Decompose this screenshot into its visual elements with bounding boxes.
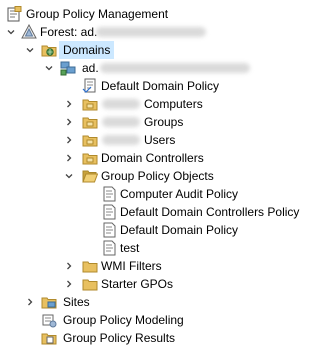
chevron-down-icon[interactable] — [25, 41, 35, 59]
organizational-unit-icon — [82, 114, 98, 130]
gpmc-tree: Group Policy Management Forest: ad. Doma — [0, 0, 331, 363]
chevron-right-icon[interactable] — [64, 131, 74, 149]
tree-node-ou-groups[interactable]: Groups — [0, 113, 331, 131]
chevron-down-icon[interactable] — [44, 59, 54, 77]
sites-icon — [41, 294, 57, 310]
redacted-text — [102, 135, 140, 145]
gpo-icon — [101, 186, 117, 202]
domain-icon — [60, 60, 76, 76]
tree-label-wmi-filters: WMI Filters — [101, 259, 162, 273]
tree-label-group-policy-objects: Group Policy Objects — [101, 169, 214, 183]
tree-label-gpo: test — [120, 241, 140, 255]
domains-icon — [41, 42, 57, 58]
tree-label-forest: Forest: ad. — [40, 25, 98, 39]
tree-label-ou-computers: Computers — [144, 97, 203, 111]
tree-label-group-policy-modeling: Group Policy Modeling — [63, 313, 184, 327]
chevron-right-icon[interactable] — [64, 149, 74, 167]
tree-node-gpo[interactable]: Computer Audit Policy — [0, 185, 331, 203]
gpo-link-icon — [82, 78, 98, 94]
tree-label-domain-controllers: Domain Controllers — [101, 151, 204, 165]
tree-node-sites[interactable]: Sites — [0, 293, 331, 311]
tree-label-gpo: Default Domain Controllers Policy — [120, 205, 300, 219]
tree-node-group-policy-management[interactable]: Group Policy Management — [0, 5, 331, 23]
tree-node-gpo[interactable]: test — [0, 239, 331, 257]
tree-label-ou-users: Users — [144, 133, 176, 147]
redacted-text — [100, 63, 250, 73]
organizational-unit-icon — [82, 150, 98, 166]
tree-node-gpo[interactable]: Default Domain Policy — [0, 221, 331, 239]
chevron-right-icon[interactable] — [64, 275, 74, 293]
chevron-right-icon[interactable] — [25, 293, 35, 311]
chevron-right-icon[interactable] — [64, 113, 74, 131]
tree-label-gpo: Default Domain Policy — [120, 223, 239, 237]
group-policy-management-icon — [6, 6, 22, 22]
tree-label-domain: ad. — [82, 61, 99, 75]
chevron-right-icon[interactable] — [64, 95, 74, 113]
tree-node-domain[interactable]: ad. — [0, 59, 331, 77]
tree-label-sites: Sites — [63, 295, 90, 309]
tree-node-wmi-filters[interactable]: WMI Filters — [0, 257, 331, 275]
redacted-text — [96, 27, 206, 37]
chevron-right-icon[interactable] — [64, 257, 74, 275]
organizational-unit-icon — [82, 96, 98, 112]
results-icon — [41, 330, 57, 346]
tree-label-ou-groups: Groups — [144, 115, 184, 129]
gpo-icon — [101, 222, 117, 238]
tree-node-group-policy-modeling[interactable]: Group Policy Modeling — [0, 311, 331, 329]
tree-node-default-domain-policy-link[interactable]: Default Domain Policy — [0, 77, 331, 95]
tree-node-group-policy-results[interactable]: Group Policy Results — [0, 329, 331, 347]
tree-node-gpo[interactable]: Default Domain Controllers Policy — [0, 203, 331, 221]
redacted-text — [102, 117, 140, 127]
tree-label-domains: Domains — [59, 41, 115, 59]
forest-icon — [21, 24, 37, 40]
redacted-text — [102, 99, 140, 109]
tree-node-group-policy-objects[interactable]: Group Policy Objects — [0, 167, 331, 185]
tree-node-ou-users[interactable]: Users — [0, 131, 331, 149]
organizational-unit-icon — [82, 132, 98, 148]
gpo-icon — [101, 240, 117, 256]
tree-label-group-policy-results: Group Policy Results — [63, 331, 176, 345]
tree-label-default-domain-policy-link: Default Domain Policy — [101, 79, 220, 93]
tree-label-gpo: Computer Audit Policy — [120, 187, 239, 201]
gpo-icon — [101, 204, 117, 220]
folder-open-icon — [82, 168, 98, 184]
tree-node-ou-computers[interactable]: Computers — [0, 95, 331, 113]
chevron-down-icon[interactable] — [64, 167, 74, 185]
tree-node-forest[interactable]: Forest: ad. — [0, 23, 331, 41]
modeling-icon — [41, 312, 57, 328]
tree-node-domain-controllers[interactable]: Domain Controllers — [0, 149, 331, 167]
tree-label-starter-gpos: Starter GPOs — [101, 277, 174, 291]
tree-node-starter-gpos[interactable]: Starter GPOs — [0, 275, 331, 293]
folder-icon — [82, 276, 98, 292]
folder-icon — [82, 258, 98, 274]
tree-node-domains[interactable]: Domains — [0, 41, 331, 59]
tree-label-group-policy-management: Group Policy Management — [26, 7, 169, 21]
chevron-down-icon[interactable] — [6, 23, 16, 41]
